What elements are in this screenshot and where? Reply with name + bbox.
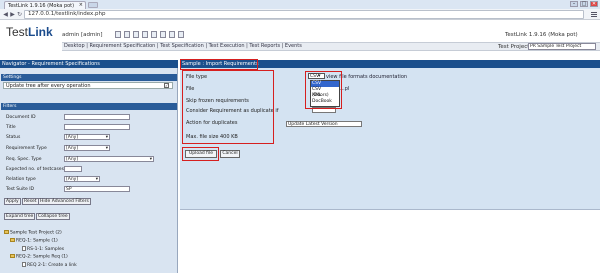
tree-node-req-1[interactable]: REQ-1: Sample (1) [10,238,58,244]
relation-type-select[interactable]: [Any] [64,176,100,182]
window-controls: – □ ✕ [570,1,598,7]
filter-label-expected-testcases: Expected no. of testcases [6,167,64,172]
events-icon[interactable] [169,31,175,38]
menu-icon[interactable] [591,12,597,17]
settings-header[interactable]: Settings [1,74,177,81]
apply-button[interactable]: Apply [4,198,21,205]
highlight-form-labels [182,70,274,144]
collapse-tree-button[interactable]: Collapse tree [36,213,70,220]
filters-header[interactable]: Filters [1,103,177,110]
folder-icon [4,230,9,234]
testlink-logo: TestLink [6,25,53,39]
maximize-button[interactable]: □ [580,1,588,7]
highlight-file-type-dropdown [305,71,342,109]
filter-label-status: Status [6,135,21,140]
filter-label-test-suite-id: Test Suite ID [6,187,35,192]
document-id-input[interactable] [64,114,130,120]
expected-testcases-input[interactable] [64,166,82,172]
address-bar[interactable]: 127.0.0.1/testlink/index.php [24,10,584,19]
close-tab-icon[interactable]: × [79,2,83,8]
test-project-select[interactable]: PR Sample Test Project [528,43,596,50]
title-input[interactable] [64,124,130,130]
reload-icon[interactable]: ↻ [16,11,23,18]
tree-node-project[interactable]: Sample Test Project (2) [4,230,62,236]
desktop-icon[interactable] [115,31,121,38]
users-icon[interactable] [160,31,166,38]
header-links[interactable]: Desktop | Requirement Specification | Te… [64,43,302,49]
left-pane-title: Navigator - Requirement Specifications [0,60,178,68]
version-label: TestLink 1.9.16 (Moka pot) [505,32,578,38]
filter-label-relation-type: Relation type [6,177,36,182]
requirements-icon[interactable] [124,31,130,38]
filter-label-title: Title [6,125,16,130]
execution-icon[interactable] [142,31,148,38]
back-icon[interactable]: ◀ [2,11,9,18]
tree-node-rs-1-1[interactable]: RS-1-1: Samples [22,246,64,252]
tree-node-req-2-1[interactable]: REQ 2-1: Create a link [22,262,77,268]
filter-label-requirement-type: Requirement Type [6,146,47,151]
current-user: admin [admin] [62,32,103,38]
highlight-upload-button [182,147,219,161]
highlight-title [180,59,258,70]
forward-icon[interactable]: ▶ [9,11,16,18]
tree-node-req-2[interactable]: REQ-2: Sample Req (1) [10,254,68,260]
header-toolbar [115,31,184,38]
app-header [0,20,600,60]
test-project-label: Test Project [498,44,530,50]
document-icon [22,246,26,251]
status-select[interactable]: [Any] [64,134,110,140]
new-tab-button[interactable] [88,2,98,8]
browser-tab[interactable]: TestLink 1.9.16 (Moka pot) × [4,1,86,9]
expand-tree-button[interactable]: Expand tree [4,213,36,220]
reset-button[interactable]: Reset [22,198,39,205]
action-for-duplicates-select[interactable]: Update Latest Version [286,121,362,127]
minimize-button[interactable]: – [570,1,578,7]
cancel-button[interactable]: Cancel [220,150,240,158]
folder-icon [10,238,15,242]
folder-icon [10,254,15,258]
hide-advanced-filters-button[interactable]: Hide Advanced Filters [38,198,91,205]
document-icon [22,262,26,267]
update-tree-checkbox[interactable]: ✓ [164,83,169,88]
requirement-type-select[interactable]: [Any] [64,145,110,151]
reports-icon[interactable] [151,31,157,38]
filter-label-req-spec-type: Req. Spec. Type [6,157,42,162]
filter-label-document-id: Document ID [6,115,36,120]
req-spec-type-select[interactable]: [Any] [64,156,154,162]
specification-icon[interactable] [133,31,139,38]
close-window-button[interactable]: ✕ [590,1,598,7]
logout-icon[interactable] [178,31,184,38]
update-tree-option: Update tree after every operation [3,82,173,89]
test-suite-id-input[interactable]: SP [64,186,130,192]
